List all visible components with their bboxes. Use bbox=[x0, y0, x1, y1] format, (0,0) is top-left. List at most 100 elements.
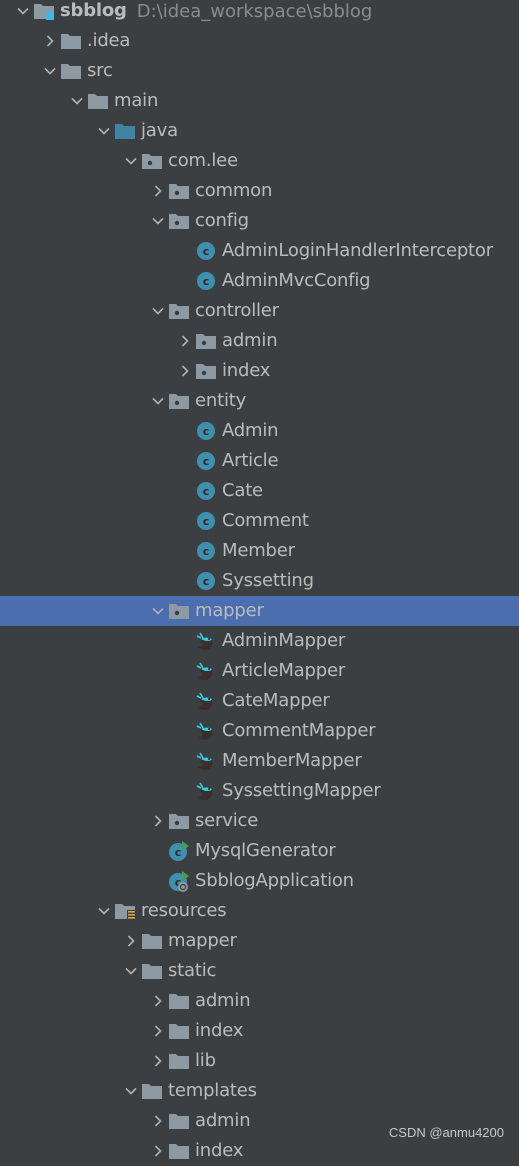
tree-node-admin[interactable]: c Admin bbox=[0, 416, 519, 446]
node-label: com.lee bbox=[168, 150, 238, 171]
class-icon: c bbox=[195, 271, 217, 291]
no-arrow bbox=[175, 506, 195, 536]
runnable-class-icon: c bbox=[168, 841, 190, 861]
tree-node-admin[interactable]: admin bbox=[0, 986, 519, 1016]
tree-node-config[interactable]: config bbox=[0, 206, 519, 236]
chevron-right-icon[interactable] bbox=[175, 326, 195, 356]
tree-node-cate[interactable]: c Cate bbox=[0, 476, 519, 506]
class-icon: c bbox=[195, 511, 217, 531]
tree-node-resources[interactable]: resources bbox=[0, 896, 519, 926]
tree-node-templates[interactable]: templates bbox=[0, 1076, 519, 1106]
tree-node-mysqlgenerator[interactable]: c MysqlGenerator bbox=[0, 836, 519, 866]
chevron-down-icon[interactable] bbox=[40, 56, 60, 86]
tree-node-sbblog[interactable]: sbblog D:\idea_workspace\sbblog bbox=[0, 0, 519, 26]
folder-icon bbox=[87, 91, 109, 111]
package-icon bbox=[168, 811, 190, 831]
tree-node-member[interactable]: c Member bbox=[0, 536, 519, 566]
folder-icon bbox=[60, 61, 82, 81]
node-label: sbblog bbox=[60, 0, 127, 21]
svg-text:c: c bbox=[175, 846, 182, 859]
chevron-right-icon[interactable] bbox=[148, 806, 168, 836]
node-label: mapper bbox=[168, 930, 237, 951]
chevron-right-icon[interactable] bbox=[148, 986, 168, 1016]
node-label: Syssetting bbox=[222, 570, 314, 591]
chevron-down-icon[interactable] bbox=[148, 596, 168, 626]
class-icon: c bbox=[195, 571, 217, 591]
chevron-down-icon[interactable] bbox=[67, 86, 87, 116]
tree-node-index[interactable]: index bbox=[0, 356, 519, 386]
node-label: lib bbox=[195, 1050, 216, 1071]
tree-node-common[interactable]: common bbox=[0, 176, 519, 206]
node-label: MemberMapper bbox=[222, 750, 362, 771]
chevron-down-icon[interactable] bbox=[121, 1076, 141, 1106]
tree-node-articlemapper[interactable]: ArticleMapper bbox=[0, 656, 519, 686]
tree-node-entity[interactable]: entity bbox=[0, 386, 519, 416]
tree-node-service[interactable]: service bbox=[0, 806, 519, 836]
tree-node-controller[interactable]: controller bbox=[0, 296, 519, 326]
tree-node-commentmapper[interactable]: CommentMapper bbox=[0, 716, 519, 746]
class-icon: c bbox=[195, 541, 217, 561]
chevron-right-icon[interactable] bbox=[121, 926, 141, 956]
package-icon bbox=[168, 181, 190, 201]
chevron-down-icon[interactable] bbox=[148, 296, 168, 326]
tree-node-article[interactable]: c Article bbox=[0, 446, 519, 476]
tree-node-static[interactable]: static bbox=[0, 956, 519, 986]
chevron-right-icon[interactable] bbox=[148, 176, 168, 206]
tree-node-mapper[interactable]: mapper bbox=[0, 596, 519, 626]
tree-node-lib[interactable]: lib bbox=[0, 1046, 519, 1076]
chevron-right-icon[interactable] bbox=[148, 1046, 168, 1076]
chevron-right-icon[interactable] bbox=[148, 1136, 168, 1166]
chevron-right-icon[interactable] bbox=[175, 356, 195, 386]
tree-node-index[interactable]: index bbox=[0, 1136, 519, 1166]
tree-node-adminloginhandlerinterceptor[interactable]: c AdminLoginHandlerInterceptor bbox=[0, 236, 519, 266]
chevron-down-icon[interactable] bbox=[94, 896, 114, 926]
no-arrow bbox=[175, 536, 195, 566]
no-arrow bbox=[175, 446, 195, 476]
tree-node-java[interactable]: java bbox=[0, 116, 519, 146]
folder-icon bbox=[168, 1141, 190, 1161]
tree-node-comment[interactable]: c Comment bbox=[0, 506, 519, 536]
package-icon bbox=[141, 151, 163, 171]
package-icon bbox=[168, 601, 190, 621]
mybatis-mapper-icon bbox=[195, 751, 217, 771]
node-label: Article bbox=[222, 450, 279, 471]
svg-text:c: c bbox=[203, 455, 210, 468]
chevron-down-icon[interactable] bbox=[148, 206, 168, 236]
tree-node-syssetting[interactable]: c Syssetting bbox=[0, 566, 519, 596]
folder-icon bbox=[60, 31, 82, 51]
chevron-down-icon[interactable] bbox=[121, 146, 141, 176]
no-arrow bbox=[148, 866, 168, 896]
node-label: Comment bbox=[222, 510, 309, 531]
tree-node-idea[interactable]: .idea bbox=[0, 26, 519, 56]
node-label: mapper bbox=[195, 600, 264, 621]
tree-node-mapper[interactable]: mapper bbox=[0, 926, 519, 956]
chevron-right-icon[interactable] bbox=[148, 1106, 168, 1136]
tree-node-membermapper[interactable]: MemberMapper bbox=[0, 746, 519, 776]
chevron-down-icon[interactable] bbox=[121, 956, 141, 986]
tree-node-com-lee[interactable]: com.lee bbox=[0, 146, 519, 176]
node-label: MysqlGenerator bbox=[195, 840, 336, 861]
tree-node-main[interactable]: main bbox=[0, 86, 519, 116]
chevron-right-icon[interactable] bbox=[40, 26, 60, 56]
chevron-down-icon[interactable] bbox=[148, 386, 168, 416]
chevron-down-icon[interactable] bbox=[13, 0, 33, 26]
project-tree[interactable]: sbblog D:\idea_workspace\sbblog .idea src ma… bbox=[0, 0, 519, 1166]
node-label: AdminMvcConfig bbox=[222, 270, 371, 291]
no-arrow bbox=[175, 416, 195, 446]
tree-node-src[interactable]: src bbox=[0, 56, 519, 86]
chevron-right-icon[interactable] bbox=[148, 1016, 168, 1046]
tree-node-catemapper[interactable]: CateMapper bbox=[0, 686, 519, 716]
tree-node-adminmapper[interactable]: AdminMapper bbox=[0, 626, 519, 656]
tree-node-index[interactable]: index bbox=[0, 1016, 519, 1046]
node-label: java bbox=[141, 120, 178, 141]
svg-text:c: c bbox=[203, 245, 210, 258]
tree-node-syssettingmapper[interactable]: SyssettingMapper bbox=[0, 776, 519, 806]
node-label: .idea bbox=[87, 30, 131, 51]
tree-node-sbblogapplication[interactable]: c SbblogApplication bbox=[0, 866, 519, 896]
folder-icon bbox=[141, 931, 163, 951]
no-arrow bbox=[148, 836, 168, 866]
tree-node-admin[interactable]: admin bbox=[0, 326, 519, 356]
chevron-down-icon[interactable] bbox=[94, 116, 114, 146]
tree-node-adminmvcconfig[interactable]: c AdminMvcConfig bbox=[0, 266, 519, 296]
no-arrow bbox=[175, 476, 195, 506]
